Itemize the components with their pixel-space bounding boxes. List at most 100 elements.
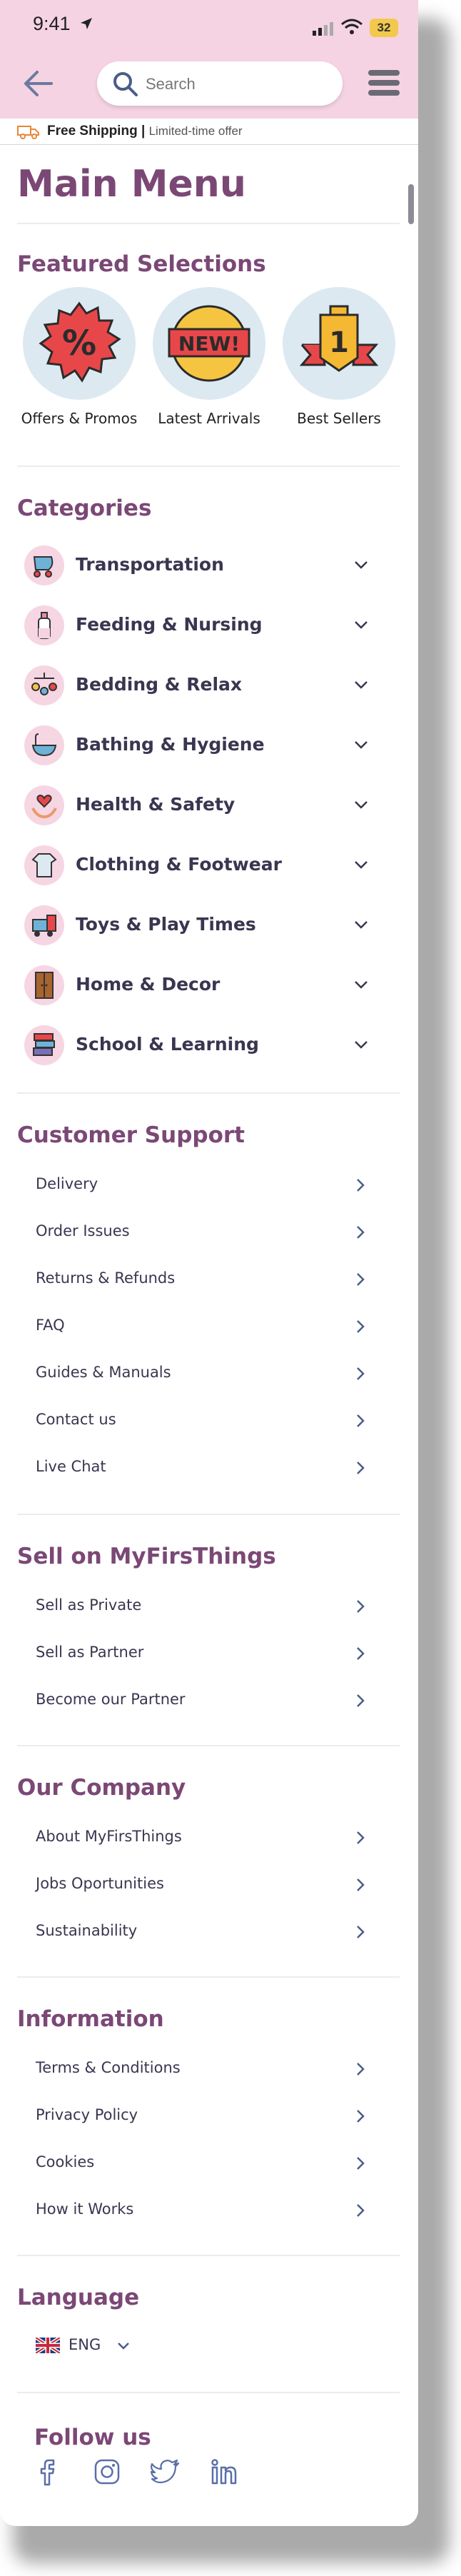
link-guides-manuals[interactable]: Guides & Manuals [17,1355,388,1391]
category-icon-circle [24,845,64,885]
chevron-down-icon[interactable] [354,800,368,810]
category-clothing[interactable]: Clothing & Footwear [17,842,388,888]
uk-flag-icon [36,2338,60,2353]
chevron-right-icon [357,2110,365,2123]
link-returns-refunds[interactable]: Returns & Refunds [17,1261,388,1297]
link-faq[interactable]: FAQ [17,1308,388,1344]
categories-title: Categories [17,495,152,521]
link-label: Sustainability [36,1922,138,1939]
link-label: Sell as Private [36,1596,142,1614]
chevron-right-icon [357,1226,365,1239]
featured-icon-circle: NEW! [153,287,265,400]
category-icon-circle [24,1025,64,1065]
twitter-icon[interactable] [150,2456,181,2487]
link-label: Live Chat [36,1458,106,1475]
chevron-down-icon[interactable] [354,560,368,570]
menu-line [368,90,400,96]
svg-text:1: 1 [329,326,349,359]
featured-item-bestsellers[interactable]: 1 Best Sellers [275,287,402,427]
onesie-icon [31,853,57,877]
link-label: Sell as Partner [36,1644,144,1661]
link-about[interactable]: About MyFirsThings [17,1819,388,1855]
link-label: About MyFirsThings [36,1828,182,1845]
chevron-right-icon [357,2157,365,2170]
chevron-down-icon[interactable] [354,680,368,690]
first-place-medal-icon: 1 [299,305,379,372]
chevron-down-icon[interactable] [354,860,368,870]
link-sell-partner[interactable]: Sell as Partner [17,1635,388,1671]
instagram-icon[interactable] [91,2456,123,2487]
chevron-down-icon[interactable] [354,920,368,930]
chevron-down-icon[interactable] [354,1040,368,1050]
link-how-it-works[interactable]: How it Works [17,2192,388,2228]
category-toys[interactable]: Toys & Play Times [17,902,388,948]
facebook-icon[interactable] [33,2456,64,2487]
link-label: Cookies [36,2153,95,2170]
divider [17,1514,400,1515]
link-label: FAQ [36,1317,65,1334]
link-sustainability[interactable]: Sustainability [17,1913,388,1949]
svg-text:NEW!: NEW! [178,332,240,356]
link-cookies[interactable]: Cookies [17,2145,388,2180]
featured-item-offers[interactable]: % Offers & Promos [16,287,143,427]
language-title: Language [17,2285,140,2310]
scrollbar-thumb[interactable] [408,184,414,224]
signal-icon [313,22,333,36]
link-order-issues[interactable]: Order Issues [17,1214,388,1249]
link-label: Order Issues [36,1222,130,1239]
linkedin-icon[interactable] [208,2456,240,2487]
link-label: Jobs Oportunities [36,1875,164,1892]
category-label: Toys & Play Times [76,914,256,935]
chevron-down-icon[interactable] [354,620,368,630]
featured-icon-circle: % [23,287,136,400]
category-bathing[interactable]: Bathing & Hygiene [17,723,388,768]
link-sell-private[interactable]: Sell as Private [17,1588,388,1624]
chevron-right-icon [357,1694,365,1707]
featured-item-latest[interactable]: NEW! Latest Arrivals [146,287,273,427]
category-icon-circle [24,785,64,825]
link-delivery[interactable]: Delivery [17,1167,388,1202]
category-label: Health & Safety [76,794,235,815]
featured-icon-circle: 1 [283,287,395,400]
divider [17,1745,400,1746]
toy-train-icon [32,915,56,937]
back-arrow-icon[interactable] [21,69,54,99]
category-bedding[interactable]: Bedding & Relax [17,663,388,708]
chevron-right-icon [357,1367,365,1380]
category-feeding[interactable]: Feeding & Nursing [17,603,388,648]
chevron-right-icon [357,2063,365,2076]
link-terms[interactable]: Terms & Conditions [17,2051,388,2086]
hamburger-menu-button[interactable] [368,70,400,99]
chevron-down-icon[interactable] [354,980,368,990]
shipping-subtitle: Limited-time offer [148,124,243,138]
featured-label: Latest Arrivals [158,410,260,427]
chevron-down-icon[interactable] [354,740,368,750]
top-bar: 9:41 32 [0,0,418,119]
category-label: Clothing & Footwear [76,854,282,875]
information-title: Information [17,2006,164,2032]
link-jobs[interactable]: Jobs Oportunities [17,1866,388,1902]
customer-support-title: Customer Support [17,1122,245,1148]
language-value: ENG [69,2336,101,2353]
search-input[interactable] [144,71,325,97]
category-icon-circle [24,905,64,945]
chevron-right-icon [357,1414,365,1427]
link-contact-us[interactable]: Contact us [17,1402,388,1438]
category-home[interactable]: Home & Decor [17,962,388,1008]
link-privacy[interactable]: Privacy Policy [17,2098,388,2133]
link-become-partner[interactable]: Become our Partner [17,1682,388,1718]
follow-title: Follow us [34,2425,151,2450]
menu-line [368,80,400,86]
search-box[interactable] [97,61,343,106]
divider [17,2392,400,2393]
category-health[interactable]: Health & Safety [17,783,388,828]
category-school[interactable]: School & Learning [17,1022,388,1068]
chevron-right-icon [357,1320,365,1333]
heart-hands-icon [31,794,57,819]
category-icon-circle [24,965,64,1005]
category-label: Feeding & Nursing [76,614,263,635]
divider [17,1976,400,1978]
link-label: Guides & Manuals [36,1364,171,1381]
category-transportation[interactable]: Transportation [17,543,388,588]
link-live-chat[interactable]: Live Chat [17,1449,388,1485]
